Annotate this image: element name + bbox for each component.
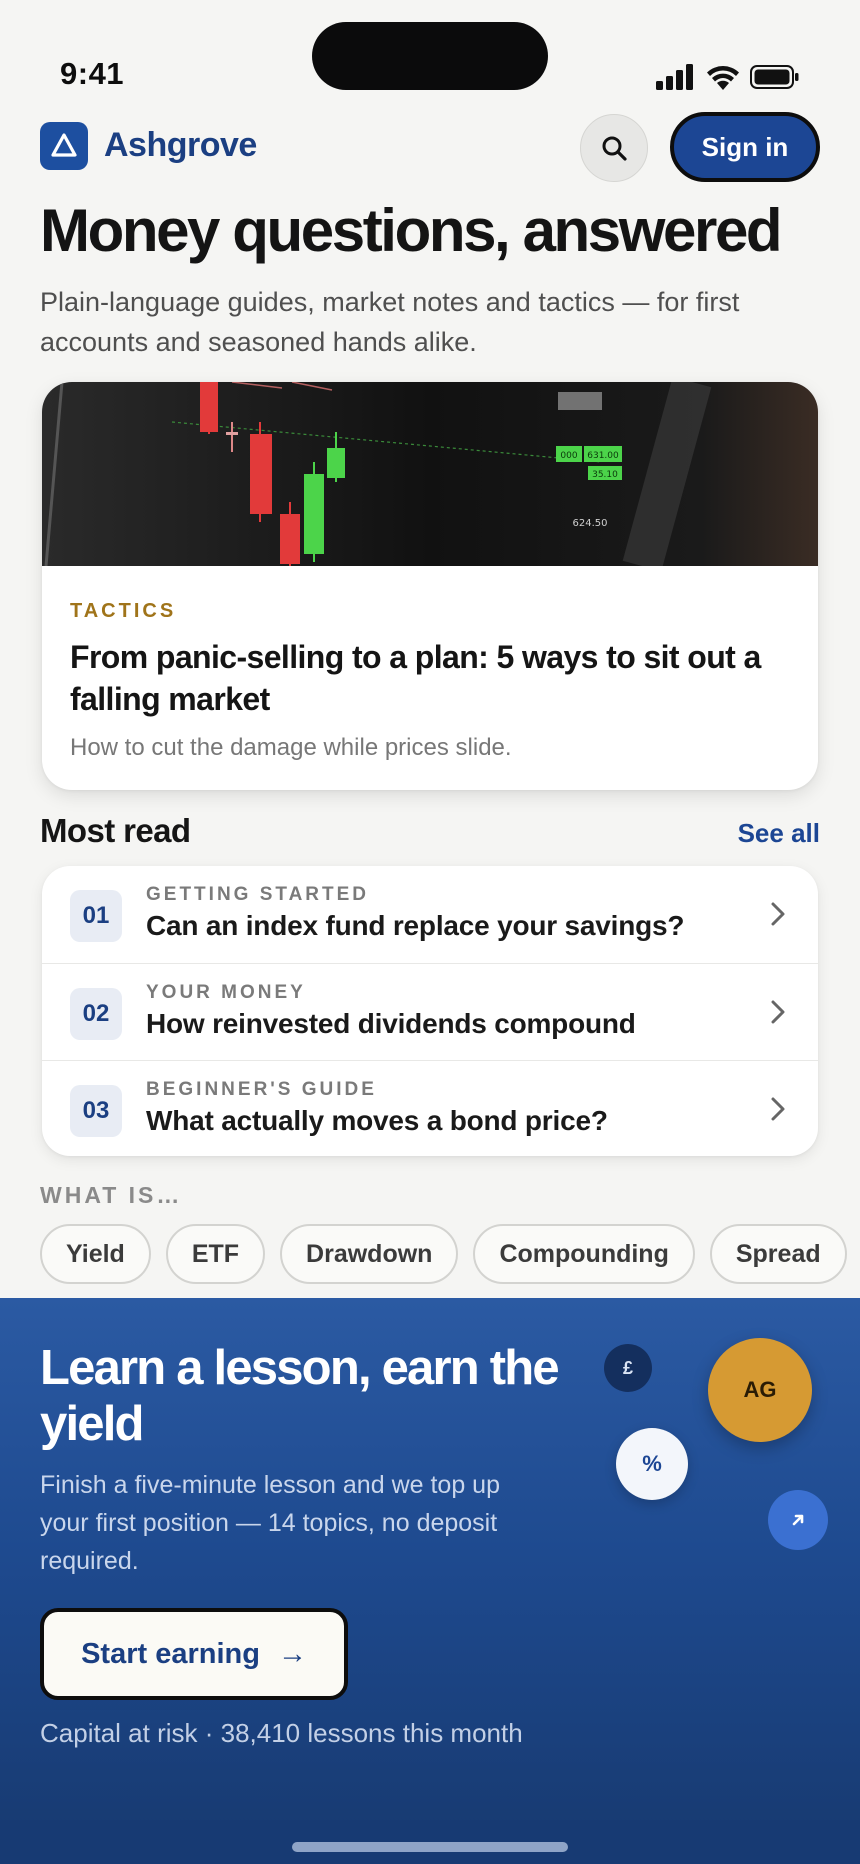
percent-coin-icon: % xyxy=(616,1428,688,1500)
rank-badge: 03 xyxy=(70,1085,122,1137)
ag-coin-icon: AG xyxy=(708,1338,812,1442)
battery-icon xyxy=(750,65,799,89)
rank-badge: 01 xyxy=(70,890,122,942)
search-button[interactable] xyxy=(580,114,648,182)
list-item[interactable]: 02 YOUR MONEY How reinvested dividends c… xyxy=(42,963,818,1059)
rank-badge: 02 xyxy=(70,988,122,1040)
list-item[interactable]: 01 GETTING STARTED Can an index fund rep… xyxy=(42,866,818,962)
promo-title: Learn a lesson, earn the yield xyxy=(40,1341,560,1451)
start-earning-button[interactable]: Start earning → xyxy=(40,1608,348,1700)
arrow-right-icon: → xyxy=(277,1637,307,1670)
glossary-chip[interactable]: ETF xyxy=(165,1224,266,1284)
status-icons xyxy=(656,64,800,90)
status-time: 9:41 xyxy=(60,56,125,91)
promo-body: Finish a five-minute lesson and we top u… xyxy=(40,1471,500,1575)
item-kicker: BEGINNER'S GUIDE xyxy=(146,1079,377,1100)
cellular-signal-icon xyxy=(656,64,693,90)
glossary-chip[interactable]: Spread xyxy=(709,1224,847,1284)
see-all-link[interactable]: See all xyxy=(738,818,820,849)
price-label: 631.00 xyxy=(587,451,619,461)
promo-banner: Learn a lesson, earn the yield Finish a … xyxy=(0,1298,860,1864)
glossary-chip[interactable]: Yield xyxy=(40,1224,151,1284)
what-is-label: WHAT IS… xyxy=(40,1182,183,1208)
brand-name[interactable]: Ashgrove xyxy=(104,126,257,165)
chevron-right-icon xyxy=(771,902,785,926)
price-label: 000 xyxy=(560,451,577,461)
glossary-chip[interactable]: Drawdown xyxy=(280,1224,459,1284)
price-label: 624.50 xyxy=(573,518,608,529)
list-item[interactable]: 03 BEGINNER'S GUIDE What actually moves … xyxy=(42,1060,818,1156)
glossary-chip-row: Yield ETF Drawdown Compounding Spread xyxy=(40,1224,860,1284)
chevron-right-icon xyxy=(771,1097,785,1121)
page-title: Money questions, answered xyxy=(40,197,783,264)
home-indicator[interactable] xyxy=(292,1842,568,1852)
article-kicker: TACTICS xyxy=(70,600,177,622)
ashgrove-logo-icon[interactable] xyxy=(40,122,88,170)
glossary-chip[interactable]: Compounding xyxy=(473,1224,695,1284)
pound-coin-icon: £ xyxy=(604,1344,652,1392)
item-title: Can an index fund replace your savings? xyxy=(146,910,685,941)
article-dek: How to cut the damage while prices slide… xyxy=(70,734,512,761)
chevron-right-icon xyxy=(771,1000,785,1024)
search-icon xyxy=(602,136,627,161)
item-title: What actually moves a bond price? xyxy=(146,1105,608,1136)
market-chart-image: 000 631.00 35.10 624.50 xyxy=(42,382,818,566)
item-title: How reinvested dividends compound xyxy=(146,1008,636,1039)
featured-article-card[interactable]: 000 631.00 35.10 624.50 TACTICS From pan… xyxy=(42,382,818,790)
start-earning-label: Start earning xyxy=(81,1637,260,1670)
sign-in-button[interactable]: Sign in xyxy=(670,112,820,182)
wifi-icon xyxy=(707,66,739,90)
dynamic-island xyxy=(312,22,548,90)
most-read-list: 01 GETTING STARTED Can an index fund rep… xyxy=(42,866,818,1156)
status-bar: 9:41 xyxy=(0,0,860,110)
arrow-up-right-icon xyxy=(768,1490,828,1550)
page-subtitle: Plain-language guides, market notes and … xyxy=(40,287,740,357)
item-kicker: YOUR MONEY xyxy=(146,982,306,1003)
article-title[interactable]: From panic-selling to a plan: 5 ways to … xyxy=(70,636,790,720)
app-header: Ashgrove Sign in xyxy=(40,112,820,182)
most-read-title: Most read xyxy=(40,812,191,849)
item-kicker: GETTING STARTED xyxy=(146,884,370,905)
promo-footnote: Capital at risk · 38,410 lessons this mo… xyxy=(40,1718,523,1748)
price-label: 35.10 xyxy=(592,470,618,480)
